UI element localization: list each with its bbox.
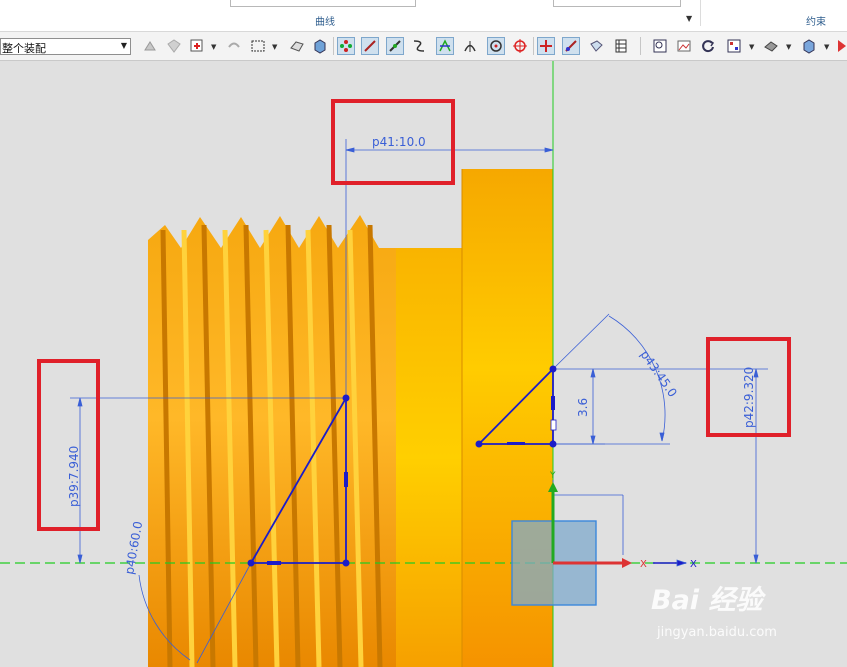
watermark-url: jingyan.baidu.com [657, 625, 777, 640]
dimension-p40[interactable]: p40:60.0 [122, 520, 145, 575]
table-icon[interactable] [612, 37, 630, 55]
toolbar-divider [533, 37, 534, 55]
ribbon-group-curve: 曲线 [315, 17, 335, 28]
chevron-down-icon: ▼ [120, 41, 127, 50]
neck-section[interactable] [396, 248, 462, 667]
refresh-icon[interactable] [699, 37, 717, 55]
ribbon-control-stub[interactable] [230, 0, 416, 7]
face-icon[interactable] [288, 37, 306, 55]
ribbon-group-constraint: 约束 [806, 17, 826, 28]
watermark-brand: Bai 经验 [651, 585, 763, 616]
toolbar-divider [333, 37, 334, 55]
graphics-window[interactable]: p41:10.0 p39:7.940 p40:60.0 p43:45.0 p42… [0, 61, 847, 667]
render-style-icon[interactable] [762, 37, 780, 55]
toolbar: 整个装配 ▼ ▼ ▼ ▼ ▼ ▼ [0, 32, 847, 61]
layout-icon[interactable] [725, 37, 743, 55]
chevron-down-icon[interactable]: ▼ [211, 43, 216, 51]
snap-endpoint-icon[interactable] [337, 37, 355, 55]
rectangle-select-icon[interactable] [249, 37, 267, 55]
snap-center-icon[interactable] [487, 37, 505, 55]
selection-filter-dropdown[interactable]: 整个装配 ▼ [0, 38, 131, 55]
fit-view-icon[interactable] [651, 37, 669, 55]
filter-icon[interactable] [165, 37, 183, 55]
ribbon-group-expand-icon[interactable]: ▼ [686, 14, 692, 23]
solid-body-icon[interactable] [311, 37, 329, 55]
ribbon-control-stub[interactable] [553, 0, 681, 7]
csys-x-label: X [640, 559, 647, 570]
snap-point-on-curve-icon[interactable] [537, 37, 555, 55]
ribbon: 曲线 ▼ 约束 [0, 0, 847, 32]
sketch-x-label: X [690, 559, 697, 570]
link-icon[interactable] [225, 37, 243, 55]
dimension-p42[interactable]: p42:9.320 [742, 367, 756, 428]
chevron-down-icon[interactable]: ▼ [824, 43, 829, 51]
chevron-down-icon[interactable]: ▼ [786, 43, 791, 51]
csys-y-label: Y [549, 471, 556, 481]
snap-intersect-icon[interactable] [436, 37, 454, 55]
dimension-3-6[interactable]: 3.6 [576, 398, 590, 417]
ribbon-divider [700, 0, 701, 26]
model-canvas[interactable]: p41:10.0 p39:7.940 p40:60.0 p43:45.0 p42… [0, 61, 847, 667]
toolbar-divider [640, 37, 641, 55]
snap-bounded-grid-icon[interactable] [562, 37, 580, 55]
snap-tangent-icon[interactable] [461, 37, 479, 55]
chevron-down-icon[interactable]: ▼ [272, 43, 277, 51]
snap-line-icon[interactable] [361, 37, 379, 55]
selection-filter-value: 整个装配 [2, 42, 46, 55]
dimension-p43[interactable]: p43:45.0 [638, 348, 680, 400]
snap-point-icon[interactable] [141, 37, 159, 55]
orient-view-icon[interactable] [835, 37, 847, 55]
snap-midpoint-icon[interactable] [386, 37, 404, 55]
snap-quadrant-icon[interactable] [511, 37, 529, 55]
shaded-cube-icon[interactable] [800, 37, 818, 55]
select-add-icon[interactable] [188, 37, 206, 55]
chevron-down-icon[interactable]: ▼ [749, 43, 754, 51]
snap-view-icon[interactable] [587, 37, 605, 55]
snap-curve-icon[interactable] [410, 37, 428, 55]
image-view-icon[interactable] [675, 37, 693, 55]
dimension-p41[interactable]: p41:10.0 [372, 135, 426, 149]
dimension-p39[interactable]: p39:7.940 [67, 446, 81, 507]
